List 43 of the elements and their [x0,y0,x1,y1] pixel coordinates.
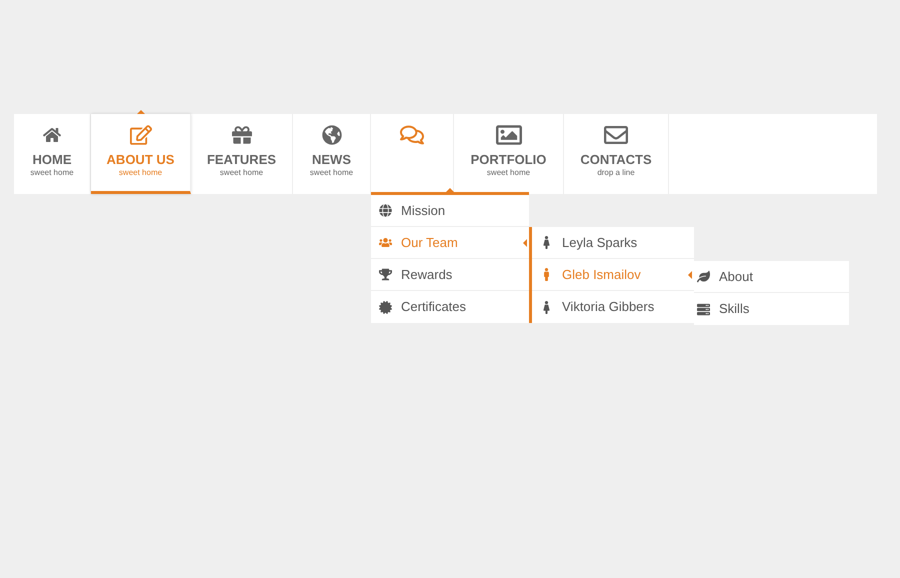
leaf-icon [697,270,710,283]
menu-label: Mission [401,202,446,220]
globe-icon [379,204,392,217]
nav-label: FEATURES [206,152,276,168]
chat-icon [400,123,424,147]
nav-item[interactable]: HOME sweet home [14,114,91,194]
menu-label: Viktoria Gibbers [562,298,654,316]
caret-icon [688,271,692,279]
menu-label: About [719,268,753,286]
nav-label: CONTACTS [580,152,652,168]
menu-label: Skills [719,300,750,318]
nav-item[interactable]: NEWS sweet home [293,114,371,194]
menu-label: Gleb Ismailov [562,266,641,284]
menu-label: Rewards [401,266,452,284]
trophy-icon [379,268,392,281]
menu-item[interactable]: Rewards [371,259,529,291]
menu-item[interactable]: Skills [694,293,849,325]
nav-sublabel: sweet home [30,168,74,178]
nav-sublabel: sweet home [220,168,264,178]
group-icon [379,236,392,249]
nav-sublabel: drop a line [597,168,635,178]
nav-sublabel: sweet home [310,168,354,178]
badge-icon [379,300,392,314]
nav-item[interactable]: CONTACTS drop a line [564,114,669,194]
edit-icon [130,123,152,147]
nav-label: NEWS [312,152,351,168]
globe-icon [322,123,342,147]
menu-item[interactable]: Mission [371,195,529,227]
caret-icon [523,239,527,247]
nav-sublabel: sweet home [118,168,162,178]
menu-label: Certificates [401,298,466,316]
nav-label: HOME [32,152,72,168]
menu-item[interactable]: About [694,261,849,293]
nav-label: ABOUT US [106,152,174,168]
nav-item[interactable]: FEATURES sweet home [191,114,293,194]
menu-item[interactable]: Certificates [371,291,529,323]
image-icon [496,123,522,147]
list-icon [697,302,710,316]
menu-label: Leyla Sparks [562,234,638,252]
envelope-icon [604,123,628,147]
nav-label: PORTFOLIO [470,152,546,168]
nav-sublabel: sweet home [486,168,530,178]
menu-label: Our Team [401,234,458,252]
